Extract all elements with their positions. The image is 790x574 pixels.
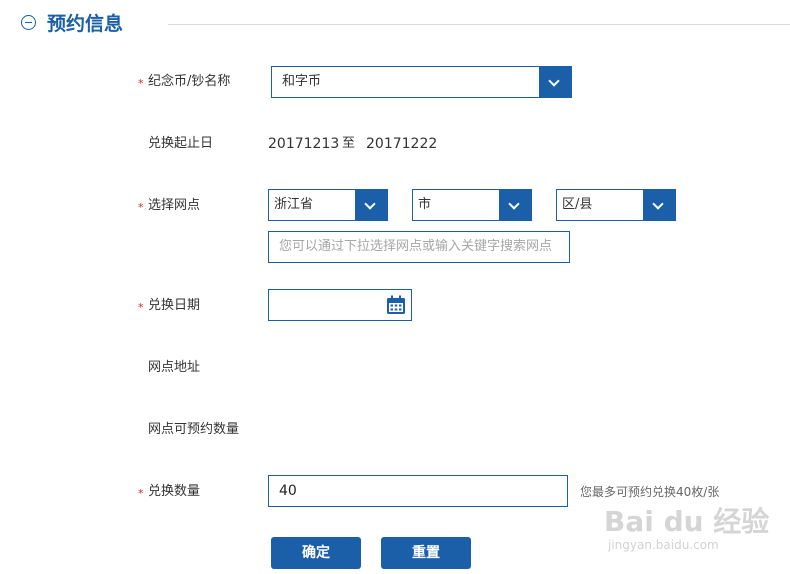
district-select[interactable]: 区/县 — [556, 189, 676, 221]
exchange-end-date: 20171222 — [366, 136, 438, 152]
baidu-watermark-logo: Bai du 经验 — [604, 505, 770, 538]
branch-search-placeholder: 您可以通过下拉选择网点或输入关键字搜索网点 — [279, 239, 553, 254]
branch-quota-label: 网点可预约数量 — [148, 422, 240, 437]
coin-name-dropdown-button[interactable] — [539, 67, 571, 97]
district-value: 区/县 — [562, 197, 593, 212]
quantity-value: 40 — [279, 483, 297, 499]
calendar-icon[interactable] — [386, 295, 406, 315]
chevron-down-icon — [548, 75, 560, 87]
chevron-down-icon — [652, 198, 664, 210]
exchange-period-label: 兑换起止日 — [148, 136, 214, 151]
required-mark: * — [138, 201, 144, 214]
province-select[interactable]: 浙江省 — [268, 189, 388, 221]
branch-address-label: 网点地址 — [148, 360, 201, 375]
quantity-label: 兑换数量 — [148, 484, 201, 499]
province-value: 浙江省 — [274, 197, 314, 212]
exchange-period-separator: 至 — [342, 136, 356, 151]
reset-button[interactable]: 重置 — [381, 537, 471, 569]
baidu-watermark-url: jingyan.baidu.com — [608, 538, 719, 552]
branch-search-input[interactable]: 您可以通过下拉选择网点或输入关键字搜索网点 — [268, 231, 570, 263]
required-mark: * — [138, 301, 144, 314]
required-mark: * — [138, 77, 144, 90]
city-dropdown-button[interactable] — [499, 190, 531, 220]
district-dropdown-button[interactable] — [643, 190, 675, 220]
city-select[interactable]: 市 — [412, 189, 532, 221]
coin-name-label: 纪念币/钞名称 — [148, 74, 231, 89]
exchange-date-label: 兑换日期 — [148, 298, 201, 313]
confirm-button[interactable]: 确定 — [271, 537, 361, 569]
collapse-icon[interactable] — [21, 15, 36, 30]
branch-label: 选择网点 — [148, 198, 201, 213]
quantity-hint: 您最多可预约兑换40枚/张 — [580, 485, 720, 499]
province-dropdown-button[interactable] — [355, 190, 387, 220]
section-title: 预约信息 — [47, 13, 124, 35]
city-value: 市 — [418, 197, 432, 212]
exchange-date-input[interactable] — [268, 289, 412, 321]
coin-name-value: 和字币 — [282, 74, 322, 89]
chevron-down-icon — [364, 198, 376, 210]
exchange-start-date: 20171213 — [268, 136, 340, 152]
chevron-down-icon — [508, 198, 520, 210]
quantity-input[interactable]: 40 — [268, 475, 568, 507]
required-mark: * — [138, 487, 144, 500]
section-divider — [168, 24, 790, 25]
coin-name-select[interactable]: 和字币 — [271, 66, 572, 98]
